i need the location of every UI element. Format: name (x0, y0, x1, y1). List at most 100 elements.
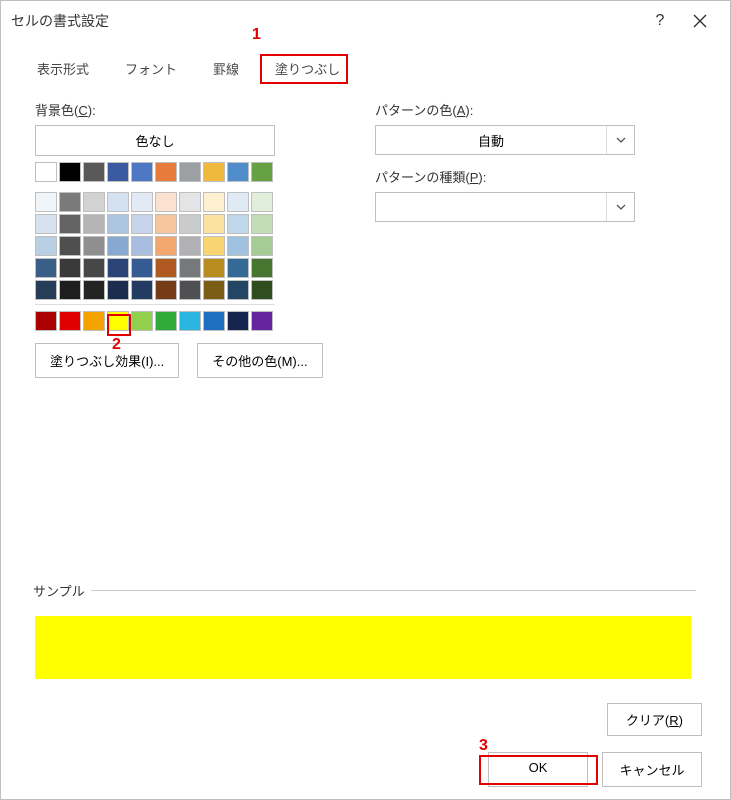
color-swatch[interactable] (59, 311, 81, 331)
color-swatch[interactable] (227, 192, 249, 212)
ok-button[interactable]: OK (488, 752, 588, 787)
color-swatch[interactable] (203, 311, 225, 331)
color-swatch[interactable] (59, 236, 81, 256)
color-swatch[interactable] (107, 280, 129, 300)
color-swatch[interactable] (227, 311, 249, 331)
pattern-color-value: 自動 (376, 131, 606, 150)
color-swatch[interactable] (155, 162, 177, 182)
color-swatch[interactable] (131, 236, 153, 256)
color-swatch[interactable] (131, 192, 153, 212)
color-swatch[interactable] (179, 162, 201, 182)
color-swatch[interactable] (107, 162, 129, 182)
chevron-down-icon (606, 126, 634, 154)
color-swatch[interactable] (251, 311, 273, 331)
color-swatch[interactable] (179, 311, 201, 331)
color-swatch[interactable] (35, 311, 57, 331)
color-swatch[interactable] (131, 162, 153, 182)
left-column: 背景色(C): 色なし 塗りつぶし効果(I)... その他の色(M)... (35, 100, 345, 579)
color-swatch[interactable] (107, 258, 129, 278)
color-swatch[interactable] (251, 162, 273, 182)
color-swatch[interactable] (83, 214, 105, 234)
tab-fill[interactable]: 塗りつぶし (257, 49, 358, 86)
tab-font[interactable]: フォント (107, 49, 195, 86)
clear-row: クリア(R) (1, 679, 730, 736)
color-swatch[interactable] (35, 258, 57, 278)
pattern-color-dropdown[interactable]: 自動 (375, 125, 635, 155)
chevron-down-icon (606, 193, 634, 221)
color-swatch[interactable] (251, 214, 273, 234)
color-swatch[interactable] (35, 214, 57, 234)
color-swatch[interactable] (227, 214, 249, 234)
color-swatch[interactable] (179, 192, 201, 212)
color-swatch[interactable] (155, 280, 177, 300)
color-swatch[interactable] (203, 162, 225, 182)
annotation-3: 3 (479, 738, 488, 754)
color-swatch[interactable] (131, 214, 153, 234)
cancel-button[interactable]: キャンセル (602, 752, 702, 787)
color-swatch[interactable] (203, 280, 225, 300)
color-swatch[interactable] (83, 258, 105, 278)
pattern-color-label: パターンの色(A): (375, 100, 710, 119)
color-swatch[interactable] (179, 214, 201, 234)
bottom-bar: OK キャンセル (1, 736, 730, 799)
color-swatch[interactable] (227, 258, 249, 278)
no-color-button[interactable]: 色なし (35, 125, 275, 156)
sample-label: サンプル (33, 581, 91, 600)
tab-border[interactable]: 罫線 (195, 49, 257, 86)
color-swatch[interactable] (155, 236, 177, 256)
sample-fieldset: サンプル (35, 581, 696, 679)
tabs: 1 表示形式 フォント 罫線 塗りつぶし (1, 41, 730, 86)
color-swatch[interactable] (155, 192, 177, 212)
close-icon (693, 14, 707, 28)
color-swatch[interactable] (155, 258, 177, 278)
color-swatch[interactable] (107, 214, 129, 234)
color-swatch[interactable] (131, 280, 153, 300)
sample-section: サンプル (1, 579, 730, 679)
clear-button[interactable]: クリア(R) (607, 703, 702, 736)
color-swatch[interactable] (35, 192, 57, 212)
color-swatch[interactable] (35, 280, 57, 300)
more-colors-button[interactable]: その他の色(M)... (197, 343, 322, 378)
color-swatch[interactable] (179, 236, 201, 256)
color-swatch[interactable] (59, 162, 81, 182)
color-swatch[interactable] (59, 192, 81, 212)
dialog-title: セルの書式設定 (11, 11, 640, 31)
sample-preview (35, 616, 691, 679)
color-swatch[interactable] (251, 258, 273, 278)
color-swatch[interactable] (251, 280, 273, 300)
color-swatch[interactable] (83, 236, 105, 256)
color-swatch[interactable] (59, 258, 81, 278)
color-swatch[interactable] (227, 162, 249, 182)
color-swatch[interactable] (35, 162, 57, 182)
color-swatch[interactable] (203, 192, 225, 212)
help-button[interactable]: ? (640, 5, 680, 37)
color-swatch[interactable] (227, 236, 249, 256)
color-swatch[interactable] (251, 236, 273, 256)
color-swatch[interactable] (155, 214, 177, 234)
annotation-2: 2 (112, 337, 121, 353)
color-swatch[interactable] (155, 311, 177, 331)
color-swatch[interactable] (203, 236, 225, 256)
color-swatch[interactable] (179, 280, 201, 300)
color-swatch[interactable] (59, 214, 81, 234)
color-swatch[interactable] (131, 258, 153, 278)
color-swatch[interactable] (59, 280, 81, 300)
close-button[interactable] (680, 5, 720, 37)
pattern-type-dropdown[interactable] (375, 192, 635, 222)
color-swatch[interactable] (251, 192, 273, 212)
fill-effects-button[interactable]: 塗りつぶし効果(I)... (35, 343, 179, 378)
color-swatch[interactable] (107, 236, 129, 256)
color-swatch[interactable] (35, 236, 57, 256)
color-swatch[interactable] (131, 311, 153, 331)
color-swatch[interactable] (107, 192, 129, 212)
color-swatch[interactable] (83, 162, 105, 182)
color-swatch[interactable] (203, 214, 225, 234)
color-swatch[interactable] (107, 311, 129, 331)
color-swatch[interactable] (203, 258, 225, 278)
color-swatch[interactable] (83, 280, 105, 300)
tab-number-format[interactable]: 表示形式 (19, 49, 107, 86)
color-swatch[interactable] (83, 192, 105, 212)
color-swatch[interactable] (227, 280, 249, 300)
color-swatch[interactable] (179, 258, 201, 278)
color-swatch[interactable] (83, 311, 105, 331)
